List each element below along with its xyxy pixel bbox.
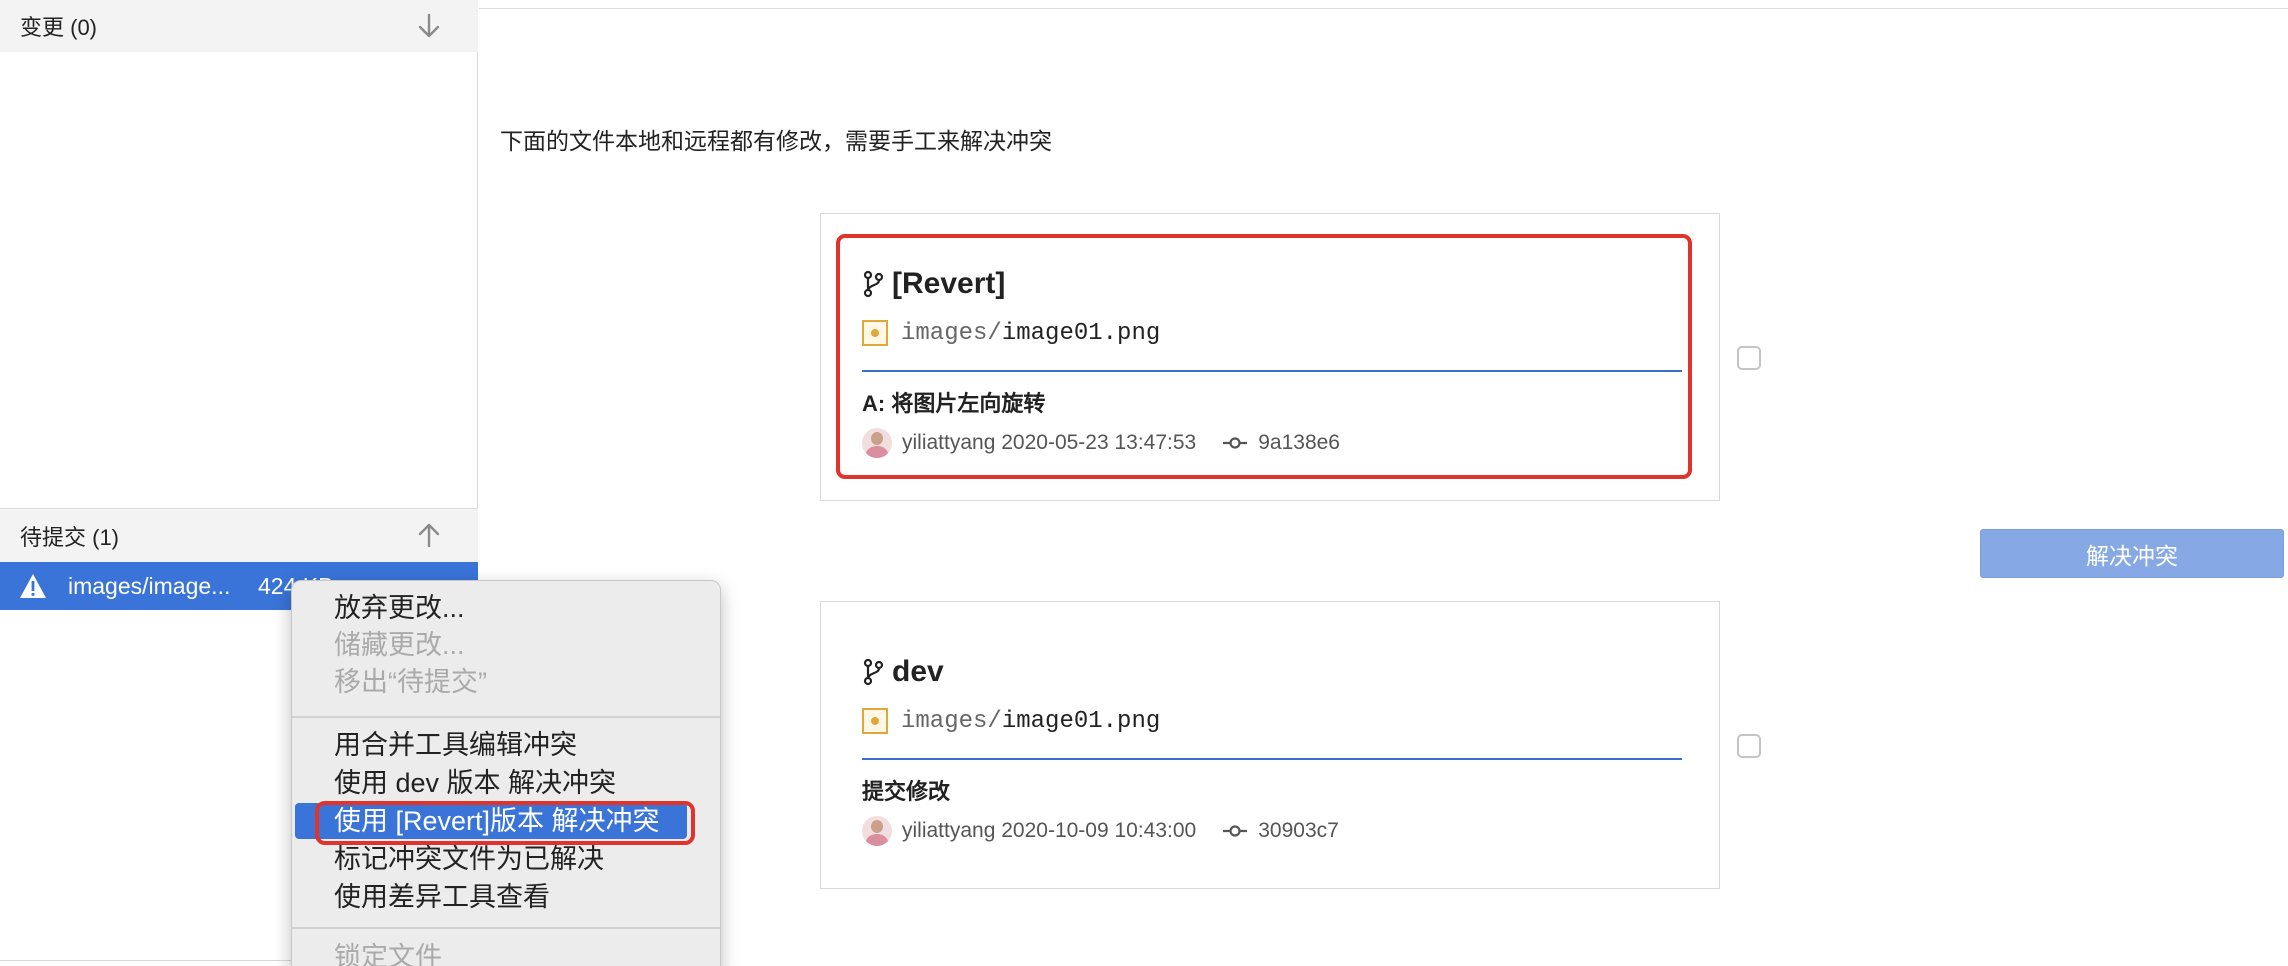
menu-item-stash-changes[interactable]: 储藏更改... [292,627,720,663]
card-divider [862,758,1682,760]
arrow-down-icon[interactable] [416,12,442,40]
commit-author: yiliattyang [902,431,996,454]
branch-name: [Revert] [892,267,1006,300]
pending-header-label: 待提交 (1) [20,524,120,550]
conflict-file: images/image01.png [862,317,1160,349]
commit-date: 2020-10-09 10:43:00 [1001,819,1197,842]
file-basename: image01.png [1001,707,1161,735]
conflict-version-card-dev[interactable]: dev images/image01.png 提交修改 yiliattyang … [820,601,1720,889]
menu-item-edit-with-merge-tool[interactable]: 用合并工具编辑冲突 [292,727,720,763]
context-menu: 放弃更改... 储藏更改... 移出“待提交” 用合并工具编辑冲突 使用 dev… [291,580,721,966]
branch-line: dev [862,652,944,692]
menu-item-view-with-diff-tool[interactable]: 使用差异工具查看 [292,879,720,915]
commit-icon [1223,825,1248,837]
pending-file-name: images/image... [68,573,231,599]
menu-item-lock-file[interactable]: 锁定文件 [292,939,720,966]
commit-hash: 30903c7 [1258,819,1339,842]
pending-section-header[interactable]: 待提交 (1) [0,508,478,562]
menu-item-resolve-with-dev[interactable]: 使用 dev 版本 解决冲突 [292,765,720,801]
file-directory: images/ [901,707,1002,735]
branch-icon [863,658,884,686]
conflict-version-card-revert[interactable]: [Revert] images/image01.png A: 将图片左向旋转 y… [820,213,1720,501]
warning-icon [18,572,48,600]
commit-meta: yiliattyang 2020-10-09 10:43:00 30903c7 [862,814,1339,848]
file-directory: images/ [901,319,1002,347]
commit-meta: yiliattyang 2020-05-23 13:47:53 9a138e6 [862,426,1340,460]
commit-message: 提交修改 [862,779,951,804]
conflict-file: images/image01.png [862,705,1160,737]
avatar [862,428,892,458]
commit-hash: 9a138e6 [1258,431,1340,454]
avatar [862,816,892,846]
menu-separator [292,716,720,718]
menu-item-discard-changes[interactable]: 放弃更改... [292,590,720,626]
branch-icon [863,270,884,298]
file-basename: image01.png [1001,319,1161,347]
commit-message: A: 将图片左向旋转 [862,391,1046,416]
conflict-message: 下面的文件本地和远程都有修改，需要手工来解决冲突 [500,128,1052,154]
menu-item-unstage[interactable]: 移出“待提交” [292,664,720,700]
commit-author: yiliattyang [902,819,996,842]
commit-date: 2020-05-23 13:47:53 [1001,431,1197,454]
menu-item-resolve-with-revert[interactable]: 使用 [Revert]版本 解决冲突 [295,803,687,839]
resolve-conflict-button[interactable]: 解决冲突 [1980,529,2284,578]
conflict-file-icon [862,708,888,734]
branch-line: [Revert] [862,264,1005,304]
card-divider [862,370,1682,372]
conflict-file-icon [862,320,888,346]
changes-header-label: 变更 (0) [20,15,98,40]
commit-icon [1223,437,1248,449]
branch-name: dev [892,655,944,688]
arrow-up-icon[interactable] [416,521,442,549]
main-top-divider [479,8,2288,9]
select-revert-checkbox[interactable] [1737,346,1761,370]
menu-item-mark-resolved[interactable]: 标记冲突文件为已解决 [292,841,720,877]
changes-section-header[interactable]: 变更 (0) [0,0,478,52]
menu-separator [292,927,720,929]
select-dev-checkbox[interactable] [1737,734,1761,758]
